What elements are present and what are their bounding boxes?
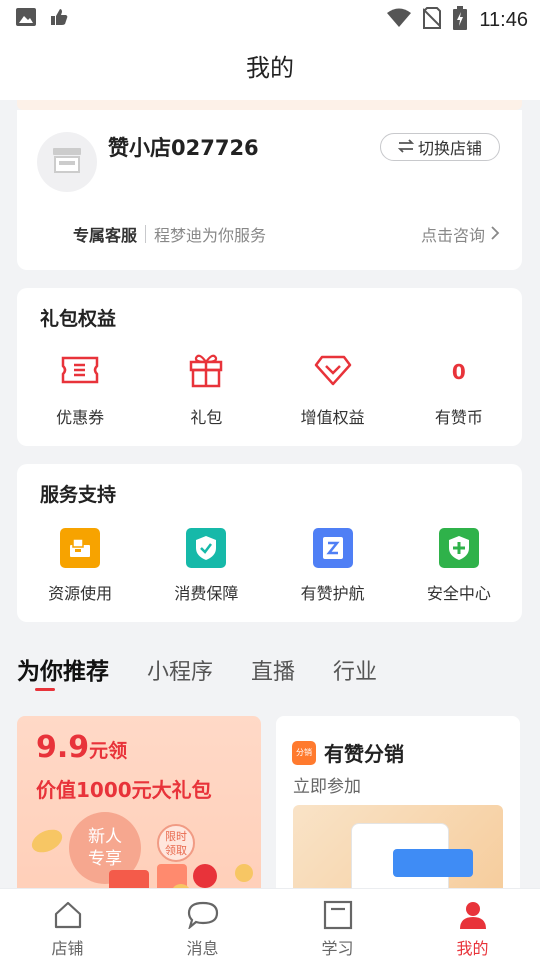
- resource-icon: [60, 528, 101, 568]
- swap-icon: [397, 138, 415, 157]
- wifi-icon: [387, 8, 412, 32]
- nav-study[interactable]: 学习: [270, 889, 405, 960]
- no-sim-icon: [422, 7, 443, 33]
- store-name: 赞小店027726: [108, 136, 259, 160]
- title-bar: 我的: [0, 36, 540, 100]
- youzan-coin-label: 有赞币: [434, 408, 483, 427]
- coupon-label: 优惠券: [56, 408, 105, 427]
- diamond-icon: [314, 354, 352, 390]
- nav-store[interactable]: 店铺: [0, 889, 135, 960]
- dedicated-service-row: 专属客服 程梦迪为你服务: [73, 222, 266, 246]
- gift-icon: [189, 352, 223, 392]
- value-added-label: 增值权益: [300, 408, 365, 427]
- coupon-item[interactable]: 优惠券: [17, 352, 143, 428]
- gift-pack-label: 礼包: [190, 408, 223, 427]
- consult-link[interactable]: 点击咨询: [421, 222, 500, 246]
- clock-time: 11:46: [479, 8, 528, 31]
- gift-benefits-card: 礼包权益 优惠券 礼包 增值权益 0 有赞币: [17, 288, 522, 446]
- tab-industry[interactable]: 行业: [333, 654, 377, 686]
- service-label: 专属客服: [73, 226, 138, 245]
- store-card: 赞小店027726 切换店铺 专属客服 程梦迪为你服务 点击咨询: [17, 110, 522, 270]
- switch-store-button[interactable]: 切换店铺: [380, 133, 500, 161]
- security-center-label: 安全中心: [426, 584, 491, 603]
- home-icon: [53, 901, 83, 933]
- tab-mini-program[interactable]: 小程序: [147, 654, 213, 686]
- resource-usage-item[interactable]: 资源使用: [17, 528, 143, 604]
- distribution-promo-card[interactable]: 分销 有赞分销 立即参加: [276, 716, 520, 896]
- promo-amount: 9.9: [36, 730, 90, 765]
- divider: [145, 225, 147, 243]
- gift-section-title: 礼包权益: [40, 308, 117, 330]
- consumer-protection-label: 消费保障: [174, 584, 239, 603]
- consumer-protection-item[interactable]: 消费保障: [143, 528, 269, 604]
- youzan-escort-item[interactable]: 有赞护航: [270, 528, 396, 604]
- active-tab-indicator: [35, 688, 55, 691]
- nav-mine[interactable]: 我的: [405, 889, 540, 960]
- user-icon: [458, 900, 488, 934]
- nav-mine-label: 我的: [456, 939, 489, 958]
- distribution-header: 分销 有赞分销: [292, 738, 404, 767]
- service-section-title: 服务支持: [40, 484, 117, 506]
- coin-stack-icon: [27, 826, 67, 860]
- distribution-illustration: [293, 805, 503, 896]
- nav-study-label: 学习: [321, 939, 354, 958]
- gift-pack-item[interactable]: 礼包: [143, 352, 269, 428]
- promo-price: 9.9元领: [36, 730, 127, 765]
- store-icon: [51, 146, 83, 178]
- status-bar: 11:46: [0, 0, 540, 36]
- bottom-navigation: 店铺 消息 学习 我的: [0, 888, 540, 960]
- switch-store-label: 切换店铺: [417, 139, 482, 158]
- distribution-logo-icon: 分销: [292, 740, 316, 765]
- peach-banner-strip: [17, 100, 522, 110]
- tab-recommended[interactable]: 为你推荐: [17, 652, 109, 686]
- service-agent-text: 程梦迪为你服务: [154, 226, 267, 245]
- chevron-right-icon: [491, 225, 500, 244]
- store-avatar[interactable]: [37, 132, 97, 192]
- nav-messages-label: 消息: [186, 939, 219, 958]
- study-icon: [323, 900, 353, 934]
- tab-live[interactable]: 直播: [251, 654, 295, 686]
- nav-store-label: 店铺: [51, 939, 84, 958]
- coin-count: 0: [451, 360, 466, 384]
- distribution-title: 有赞分销: [324, 742, 404, 766]
- limited-time-text: 限时领取: [165, 830, 187, 857]
- promo-subtitle: 价值1000元大礼包: [36, 778, 212, 802]
- distribution-logo-text: 分销: [296, 748, 312, 757]
- small-coin-icon: [233, 862, 255, 888]
- thumbs-up-icon: [50, 8, 68, 30]
- blue-banner-mockup: [393, 849, 473, 877]
- nav-messages[interactable]: 消息: [135, 889, 270, 960]
- page-title: 我的: [246, 54, 294, 82]
- message-icon: [187, 901, 219, 933]
- youzan-escort-label: 有赞护航: [300, 584, 365, 603]
- escort-icon: [312, 528, 353, 568]
- promo-unit: 元领: [89, 740, 128, 762]
- distribution-subtitle: 立即参加: [293, 777, 361, 797]
- shield-plus-icon: [438, 528, 479, 568]
- battery-icon: [453, 6, 468, 34]
- value-added-item[interactable]: 增值权益: [270, 352, 396, 428]
- recommend-tabs: 为你推荐 小程序 直播 行业: [17, 652, 377, 686]
- resource-usage-label: 资源使用: [48, 584, 113, 603]
- ticket-icon: [61, 355, 99, 389]
- youzan-coin-item[interactable]: 0 有赞币: [396, 352, 522, 428]
- image-icon: [16, 8, 36, 30]
- security-center-item[interactable]: 安全中心: [396, 528, 522, 604]
- consult-label: 点击咨询: [420, 226, 485, 245]
- service-support-card: 服务支持 资源使用 消费保障 有赞护航 安全中心: [17, 464, 522, 622]
- shield-check-icon: [186, 528, 227, 568]
- newbie-gift-promo-card[interactable]: 9.9元领 价值1000元大礼包 新人专享 限时领取: [17, 716, 261, 896]
